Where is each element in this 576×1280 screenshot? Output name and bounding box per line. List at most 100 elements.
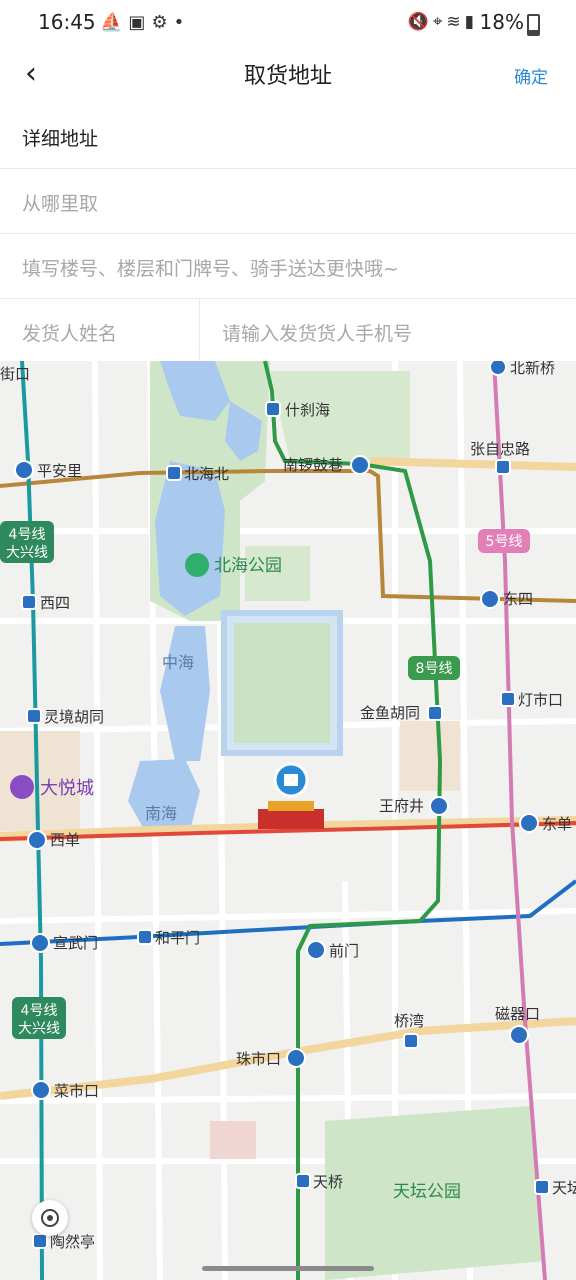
dongdan-area	[400, 721, 460, 791]
station-dot-caishikou[interactable]	[31, 1080, 51, 1100]
station-dot-xidan[interactable]	[27, 830, 47, 850]
line5-badge-label: 5号线	[486, 534, 523, 550]
top-bar: ‹ 取货地址 确定	[0, 48, 576, 104]
station-label-zhangzizhonglu: 张自忠路	[470, 440, 530, 458]
station-label-caishikou: 菜市口	[54, 1082, 99, 1100]
line4-badge-top-line1: 4号线	[9, 527, 46, 543]
station-label-shichahai: 什刹海	[285, 401, 330, 419]
station-dot-ciqikou[interactable]	[509, 1025, 529, 1045]
wifi-icon: ≋	[446, 12, 465, 32]
dot-icon: •	[173, 12, 191, 33]
mall-icon	[10, 775, 34, 799]
station-label-beixinqiao: 北新桥	[510, 361, 555, 377]
location-icon: ⌖	[432, 12, 447, 32]
place-label-tiantan-park: 天坛公园	[393, 1182, 461, 1202]
mute-icon: 🔇	[407, 12, 433, 32]
map-view[interactable]: 街口 北新桥 什刹海 张自忠路 平安里 北海北 南锣鼓巷 西四 东四 灵境胡同 …	[0, 361, 576, 1280]
station-dot-pinganli[interactable]	[14, 460, 34, 480]
station-label-dongdan: 东单	[542, 815, 572, 833]
station-label-qianmen: 前门	[329, 942, 359, 960]
station-dot-tianqiao[interactable]	[295, 1173, 311, 1189]
station-label-xisi: 西四	[40, 594, 70, 612]
station-dot-zhushikou[interactable]	[286, 1048, 306, 1068]
sailing-icon: ⛵	[100, 12, 129, 33]
image-icon: ▣	[128, 12, 152, 33]
station-dot-xisi[interactable]	[21, 594, 37, 610]
station-label-qiaowan: 桥湾	[394, 1012, 424, 1030]
status-right-icons: 🔇⌖≋▮	[408, 12, 478, 32]
battery-percent: 18%	[479, 10, 524, 34]
station-dot-dengshikou[interactable]	[500, 691, 516, 707]
sender-phone-field[interactable]: 请输入发货货人手机号	[200, 299, 576, 363]
line4-badge-top-line2: 大兴线	[6, 545, 48, 561]
place-label-joy-city: 大悦城	[40, 778, 94, 799]
station-dot-qiaowan[interactable]	[403, 1033, 419, 1049]
station-dot-xuanwumen[interactable]	[30, 933, 50, 953]
battery-icon	[527, 14, 540, 36]
station-label-xidan: 西单	[50, 831, 80, 849]
signal-icon: ▮	[464, 12, 478, 32]
locate-icon	[41, 1209, 59, 1227]
station-label-nanluoguxiang: 南锣鼓巷	[283, 456, 343, 474]
station-dot-lingjinghutong[interactable]	[26, 708, 42, 724]
gift-box-shape	[284, 774, 298, 786]
address-form: 详细地址 从哪里取 填写楼号、楼层和门牌号、骑手送达更快哦~ 发货人姓名 请输入…	[0, 104, 576, 364]
line4-badge-bottom-line2: 大兴线	[18, 1021, 60, 1037]
detail-address-field[interactable]: 填写楼号、楼层和门牌号、骑手送达更快哦~	[0, 234, 576, 299]
lake-beihai	[155, 461, 225, 616]
status-bar: 16:45 ⛵▣⚙• 🔇⌖≋▮ 18%	[0, 0, 576, 48]
sender-name-placeholder: 发货人姓名	[22, 323, 118, 345]
block-area	[210, 1121, 256, 1159]
place-label-beihai-park: 北海公园	[214, 556, 282, 576]
line4-badge-bottom-line1: 4号线	[21, 1003, 58, 1019]
pickup-location-field[interactable]: 从哪里取	[0, 169, 576, 234]
locate-button[interactable]	[32, 1200, 68, 1236]
place-label-nanhai: 南海	[145, 804, 177, 823]
settings-icon: ⚙	[151, 12, 174, 33]
page-title: 取货地址	[243, 64, 332, 89]
station-dot-beihaibei[interactable]	[166, 465, 182, 481]
station-label-taoranting: 陶然亭	[50, 1233, 95, 1251]
confirm-button[interactable]: 确定	[514, 63, 548, 88]
section-header: 详细地址	[0, 104, 576, 169]
line8-badge-label: 8号线	[416, 661, 453, 677]
station-label-hepingmen: 和平门	[155, 929, 200, 947]
lake-zhonghai	[160, 626, 210, 761]
station-dot-shichahai[interactable]	[265, 401, 281, 417]
station-label-dengshikou: 灯市口	[518, 691, 563, 709]
station-label-lingjinghutong: 灵境胡同	[44, 708, 104, 726]
station-dot-zhangzizhonglu[interactable]	[495, 459, 511, 475]
sender-phone-placeholder: 请输入发货货人手机号	[222, 323, 413, 345]
forbidden-city	[221, 610, 343, 756]
sender-name-field[interactable]: 发货人姓名	[0, 299, 200, 363]
station-dot-dongsi[interactable]	[480, 589, 500, 609]
pickup-location-placeholder: 从哪里取	[22, 193, 99, 215]
station-label-xuanwumen: 宣武门	[53, 934, 98, 952]
station-label-ciqikou: 磁器口	[495, 1005, 540, 1023]
station-label-tiantan: 天坛	[552, 1179, 576, 1197]
road-pinganli-east	[369, 457, 576, 471]
station-label-zhushikou: 珠市口	[236, 1050, 281, 1068]
station-dot-beixinqiao[interactable]	[489, 361, 507, 376]
station-dot-tiantan[interactable]	[534, 1179, 550, 1195]
sender-row: 发货人姓名 请输入发货货人手机号	[0, 299, 576, 364]
status-time: 16:45	[38, 10, 96, 34]
station-dot-jinyuhutong[interactable]	[427, 705, 443, 721]
station-label-wangfujing: 王府井	[379, 797, 424, 815]
station-dot-nanluoguxiang[interactable]	[350, 455, 370, 475]
station-label-pinganli: 平安里	[37, 462, 82, 480]
place-label-zhonghai: 中海	[162, 653, 194, 672]
station-dot-hepingmen[interactable]	[137, 929, 153, 945]
station-dot-qianmen[interactable]	[306, 940, 326, 960]
home-indicator[interactable]	[202, 1266, 374, 1271]
tiananmen-roof	[268, 801, 314, 811]
station-dot-wangfujing[interactable]	[429, 796, 449, 816]
station-dot-dongdan[interactable]	[519, 813, 539, 833]
pickup-pin[interactable]	[258, 762, 324, 829]
section-label: 详细地址	[22, 128, 99, 150]
station-label-beihaibei: 北海北	[184, 465, 229, 483]
tiananmen-icon	[258, 809, 324, 829]
station-dot-taoranting[interactable]	[32, 1233, 48, 1249]
station-label-jinyuhutong: 金鱼胡同	[360, 704, 420, 722]
map-canvas: 街口 北新桥 什刹海 张自忠路 平安里 北海北 南锣鼓巷 西四 东四 灵境胡同 …	[0, 361, 576, 1280]
